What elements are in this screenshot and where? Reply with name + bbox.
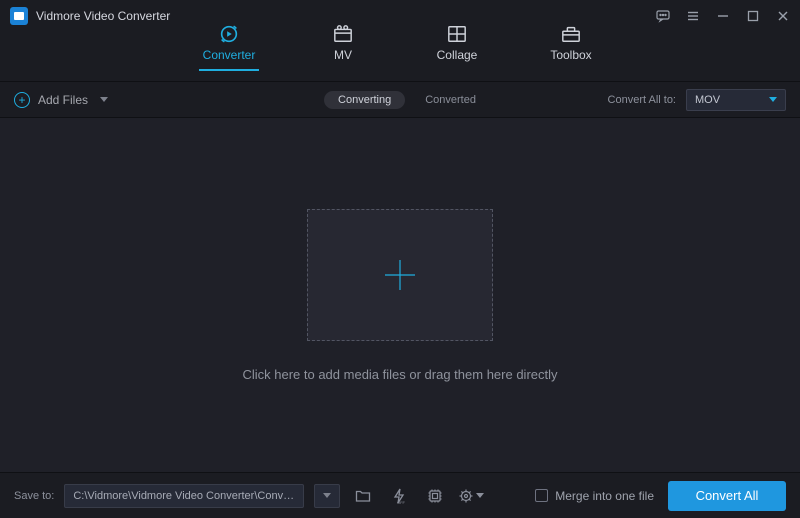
- checkbox-icon: [535, 489, 548, 502]
- convert-all-button[interactable]: Convert All: [668, 481, 786, 511]
- tab-label: Toolbox: [550, 48, 591, 62]
- tab-collage[interactable]: Collage: [427, 24, 487, 75]
- window-controls: [656, 9, 790, 23]
- converter-icon: [218, 24, 240, 44]
- tab-toolbox[interactable]: Toolbox: [541, 24, 601, 75]
- save-path-field[interactable]: C:\Vidmore\Vidmore Video Converter\Conve…: [64, 484, 304, 508]
- title-bar: Vidmore Video Converter: [0, 0, 800, 32]
- chevron-down-icon: [323, 493, 331, 498]
- tab-label: Collage: [437, 48, 478, 62]
- action-strip: + Add Files Converting Converted Convert…: [0, 82, 800, 118]
- chevron-down-icon: [769, 97, 777, 102]
- settings-button[interactable]: [458, 484, 484, 508]
- main-area: Click here to add media files or drag th…: [0, 118, 800, 472]
- hardware-accel-button[interactable]: OFF: [386, 484, 412, 508]
- tab-converter[interactable]: Converter: [199, 24, 259, 75]
- app-title: Vidmore Video Converter: [36, 9, 170, 23]
- tab-mv[interactable]: MV: [313, 24, 373, 75]
- menu-icon[interactable]: [686, 9, 700, 23]
- conversion-status-tabs: Converting Converted: [324, 91, 476, 109]
- open-folder-button[interactable]: [350, 484, 376, 508]
- convert-all-to-label: Convert All to:: [608, 94, 676, 106]
- tab-label: MV: [334, 48, 352, 62]
- save-path-value: C:\Vidmore\Vidmore Video Converter\Conve…: [73, 490, 295, 502]
- mv-icon: [332, 24, 354, 44]
- collage-icon: [446, 24, 468, 44]
- format-value: MOV: [695, 94, 720, 106]
- tab-label: Converter: [203, 48, 256, 62]
- bottom-bar: Save to: C:\Vidmore\Vidmore Video Conver…: [0, 472, 800, 518]
- mode-tabs: Converter MV Collage Toolbox: [0, 32, 800, 82]
- plus-icon: [380, 255, 420, 295]
- tab-converted[interactable]: Converted: [425, 94, 476, 106]
- output-format-select[interactable]: MOV: [686, 89, 786, 111]
- save-path-dropdown[interactable]: [314, 484, 340, 508]
- drop-zone[interactable]: [307, 209, 493, 341]
- minimize-icon[interactable]: [716, 9, 730, 23]
- chevron-down-icon: [476, 493, 484, 498]
- merge-label: Merge into one file: [555, 489, 654, 503]
- save-to-label: Save to:: [14, 490, 54, 502]
- add-plus-icon: +: [14, 92, 30, 108]
- merge-checkbox[interactable]: Merge into one file: [535, 489, 654, 503]
- app-logo: [10, 7, 28, 25]
- gpu-button[interactable]: [422, 484, 448, 508]
- chevron-down-icon: [100, 97, 108, 102]
- add-files-button[interactable]: + Add Files: [14, 92, 108, 108]
- maximize-icon[interactable]: [746, 9, 760, 23]
- tab-converting[interactable]: Converting: [324, 91, 405, 109]
- toolbox-icon: [560, 24, 582, 44]
- feedback-icon[interactable]: [656, 9, 670, 23]
- close-icon[interactable]: [776, 9, 790, 23]
- drop-hint: Click here to add media files or drag th…: [242, 367, 557, 382]
- svg-text:OFF: OFF: [397, 500, 406, 504]
- add-files-label: Add Files: [38, 93, 88, 107]
